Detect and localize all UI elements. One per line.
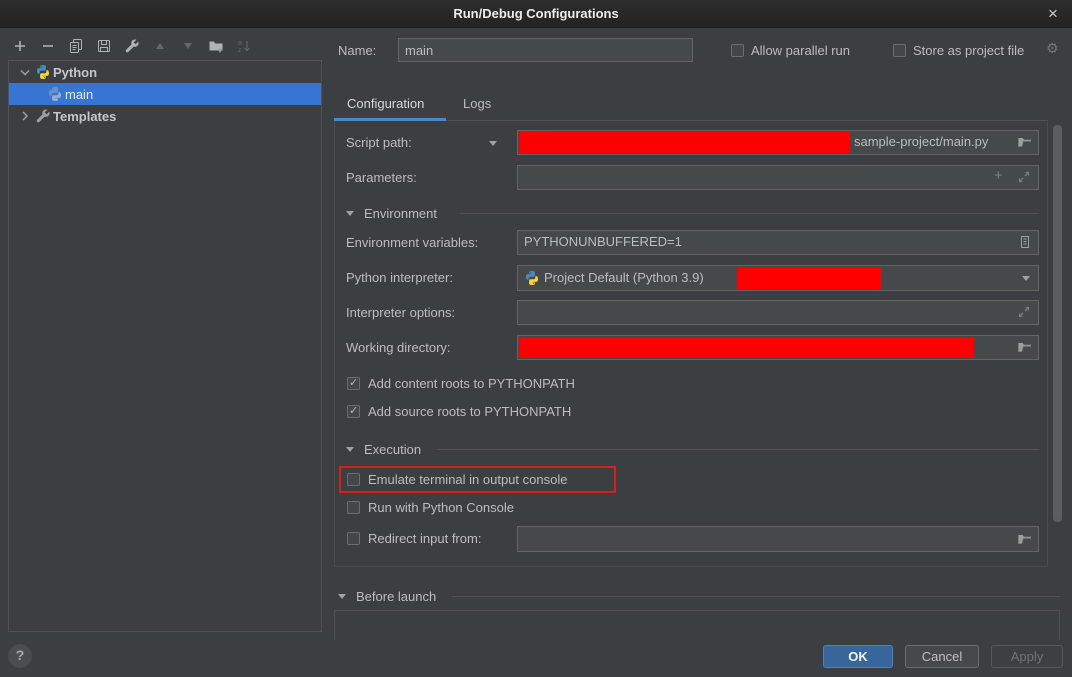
svg-text:a: a bbox=[238, 40, 242, 47]
tree-item-main[interactable]: main bbox=[9, 83, 321, 105]
vertical-scrollbar[interactable] bbox=[1053, 125, 1062, 522]
gear-icon[interactable]: ⚙ bbox=[1046, 41, 1059, 57]
new-folder-icon[interactable] bbox=[208, 38, 224, 54]
python-icon bbox=[35, 64, 51, 80]
parameters-field[interactable]: + bbox=[517, 165, 1039, 190]
parameters-label: Parameters: bbox=[346, 170, 417, 185]
interpreter-options-field[interactable] bbox=[517, 300, 1039, 325]
copy-configuration-icon[interactable] bbox=[68, 38, 84, 54]
before-launch-task-list[interactable] bbox=[334, 610, 1060, 640]
wrench-icon bbox=[35, 108, 51, 124]
redirect-input-checkbox[interactable] bbox=[347, 532, 360, 545]
move-up-icon[interactable] bbox=[152, 38, 168, 54]
redirect-input-label: Redirect input from: bbox=[368, 531, 481, 546]
emulate-terminal-label: Emulate terminal in output console bbox=[368, 472, 567, 487]
execution-section-caret[interactable] bbox=[346, 447, 354, 452]
configurations-toolbar: a z bbox=[12, 38, 252, 54]
allow-parallel-run-checkbox[interactable] bbox=[731, 44, 744, 57]
remove-configuration-icon[interactable] bbox=[40, 38, 56, 54]
redaction-block bbox=[519, 338, 974, 358]
tab-configuration[interactable]: Configuration bbox=[347, 96, 424, 111]
interpreter-select[interactable]: Project Default (Python 3.9) bbox=[517, 265, 1039, 291]
tree-item-label: Templates bbox=[53, 109, 116, 124]
expand-field-icon[interactable] bbox=[1016, 169, 1032, 185]
cancel-button[interactable]: Cancel bbox=[905, 645, 979, 668]
tab-logs[interactable]: Logs bbox=[463, 96, 491, 111]
svg-text:z: z bbox=[238, 47, 242, 54]
run-with-python-console-checkbox[interactable] bbox=[347, 501, 360, 514]
allow-parallel-run-label: Allow parallel run bbox=[751, 43, 850, 58]
run-with-python-console-label: Run with Python Console bbox=[368, 500, 514, 515]
chevron-down-icon[interactable] bbox=[17, 64, 33, 80]
browse-folder-icon[interactable] bbox=[1017, 339, 1033, 355]
python-icon bbox=[524, 270, 540, 286]
add-macro-icon[interactable]: + bbox=[994, 167, 1010, 183]
save-configuration-icon[interactable] bbox=[96, 38, 112, 54]
expand-field-icon[interactable] bbox=[1016, 304, 1032, 320]
close-icon[interactable]: × bbox=[1042, 3, 1064, 25]
tree-item-templates[interactable]: Templates bbox=[9, 105, 321, 127]
working-directory-field[interactable] bbox=[517, 335, 1039, 360]
env-vars-field[interactable]: PYTHONUNBUFFERED=1 bbox=[517, 230, 1039, 255]
script-path-label: Script path: bbox=[346, 135, 412, 150]
before-launch-section-label: Before launch bbox=[356, 589, 436, 604]
interpreter-options-label: Interpreter options: bbox=[346, 305, 455, 320]
env-vars-label: Environment variables: bbox=[346, 235, 478, 250]
before-launch-section-caret[interactable] bbox=[338, 594, 346, 599]
apply-button[interactable]: Apply bbox=[991, 645, 1063, 668]
interpreter-label: Python interpreter: bbox=[346, 270, 453, 285]
move-down-icon[interactable] bbox=[180, 38, 196, 54]
tree-item-label: main bbox=[65, 87, 93, 102]
browse-folder-icon[interactable] bbox=[1017, 134, 1033, 150]
name-label: Name: bbox=[338, 43, 376, 58]
environment-section-label: Environment bbox=[364, 206, 437, 221]
name-input[interactable] bbox=[398, 38, 693, 62]
interpreter-value: Project Default (Python 3.9) bbox=[544, 270, 704, 285]
ok-button[interactable]: OK bbox=[823, 645, 893, 668]
configurations-tree: Python main Templates bbox=[8, 60, 322, 632]
script-path-field[interactable]: sample-project/main.py bbox=[517, 130, 1039, 155]
sort-configurations-icon[interactable]: a z bbox=[236, 38, 252, 54]
titlebar: Run/Debug Configurations × bbox=[0, 0, 1072, 28]
redaction-block bbox=[737, 268, 881, 289]
working-directory-label: Working directory: bbox=[346, 340, 451, 355]
interpreter-dropdown-icon[interactable] bbox=[1022, 276, 1030, 281]
store-as-project-file-label: Store as project file bbox=[913, 43, 1024, 58]
env-vars-value: PYTHONUNBUFFERED=1 bbox=[524, 234, 682, 249]
section-divider bbox=[437, 449, 1039, 450]
add-source-roots-checkbox[interactable] bbox=[347, 405, 360, 418]
script-path-value: sample-project/main.py bbox=[854, 134, 988, 149]
browse-folder-icon[interactable] bbox=[1017, 531, 1033, 547]
add-content-roots-label: Add content roots to PYTHONPATH bbox=[368, 376, 575, 391]
add-content-roots-checkbox[interactable] bbox=[347, 377, 360, 390]
python-icon bbox=[47, 86, 63, 102]
dialog-title: Run/Debug Configurations bbox=[0, 0, 1072, 28]
redirect-input-field[interactable] bbox=[517, 526, 1039, 552]
help-button[interactable]: ? bbox=[8, 644, 32, 668]
chevron-right-icon[interactable] bbox=[17, 108, 33, 124]
redaction-block bbox=[519, 132, 850, 153]
emulate-terminal-checkbox[interactable] bbox=[347, 473, 360, 486]
add-source-roots-label: Add source roots to PYTHONPATH bbox=[368, 404, 571, 419]
edit-defaults-icon[interactable] bbox=[124, 38, 140, 54]
script-path-dropdown-icon[interactable] bbox=[489, 141, 497, 146]
section-divider bbox=[460, 213, 1039, 214]
tree-item-label: Python bbox=[53, 65, 97, 80]
tree-item-python[interactable]: Python bbox=[9, 61, 321, 83]
execution-section-label: Execution bbox=[364, 442, 421, 457]
section-divider bbox=[452, 596, 1060, 597]
add-configuration-icon[interactable] bbox=[12, 38, 28, 54]
store-as-project-file-checkbox[interactable] bbox=[893, 44, 906, 57]
env-vars-list-icon[interactable] bbox=[1017, 234, 1033, 250]
environment-section-caret[interactable] bbox=[346, 211, 354, 216]
